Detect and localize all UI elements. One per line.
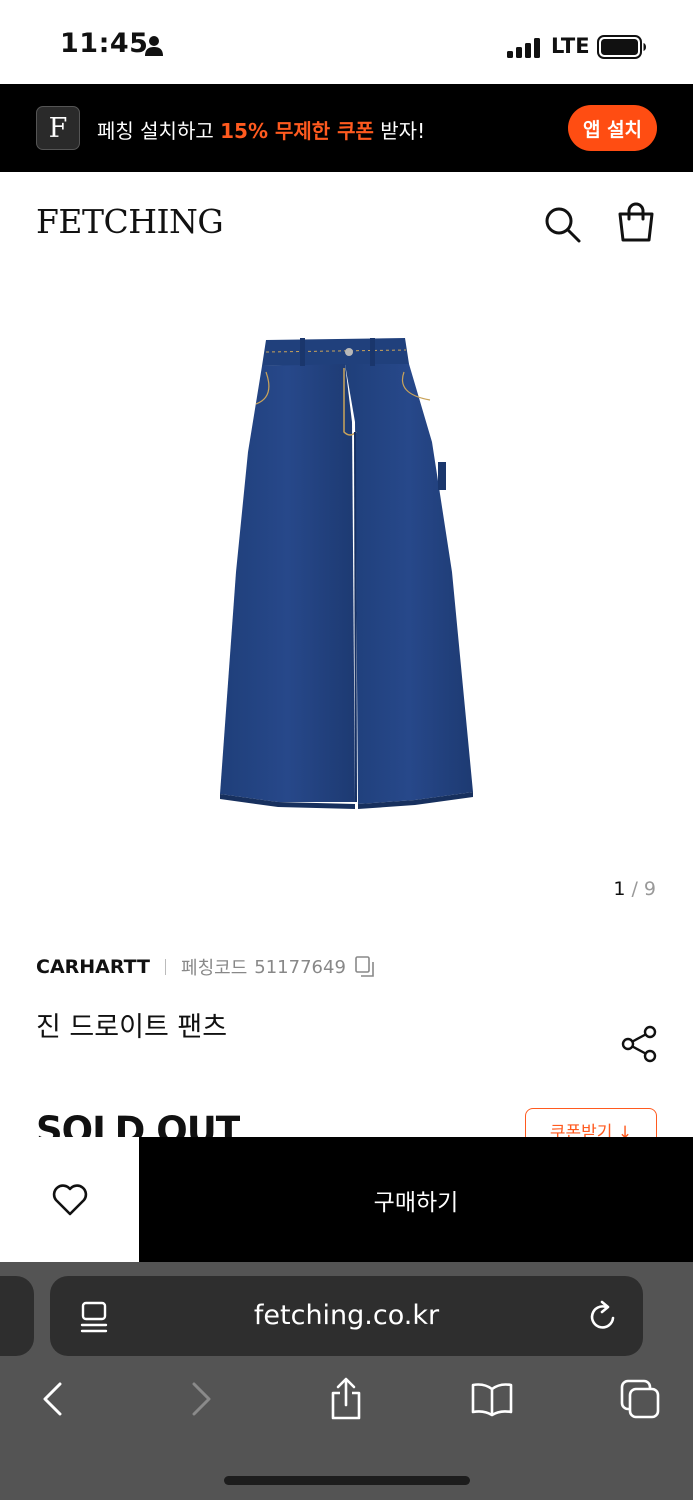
back-button[interactable] — [27, 1374, 77, 1424]
tabs-button[interactable] — [615, 1374, 665, 1424]
promo-text-after: 받자! — [373, 119, 426, 143]
wishlist-button[interactable] — [0, 1137, 139, 1262]
person-icon — [145, 36, 163, 56]
bookmarks-button[interactable] — [467, 1374, 517, 1424]
app-install-banner: F 페칭 설치하고 15% 무제한 쿠폰 받자! 앱 설치 — [0, 84, 693, 172]
purchase-bar: 구매하기 — [0, 1137, 693, 1262]
brand-name[interactable]: CARHARTT — [36, 956, 150, 978]
carrier-label: LTE — [551, 34, 590, 58]
copy-icon[interactable] — [354, 955, 376, 979]
status-time: 11:45 — [60, 28, 149, 59]
pager-total: 9 — [643, 878, 656, 900]
search-icon[interactable] — [540, 202, 584, 246]
sold-out-label: SOLD OUT — [36, 1109, 241, 1137]
battery-icon — [597, 35, 646, 59]
product-code-value: 51177649 — [254, 956, 346, 978]
shopping-bag-icon[interactable] — [614, 200, 658, 244]
tabs-icon — [620, 1379, 660, 1419]
share-icon[interactable] — [619, 1024, 659, 1064]
site-header: FETCHING — [0, 172, 693, 272]
url-text[interactable]: fetching.co.kr — [50, 1300, 643, 1331]
install-app-button[interactable]: 앱 설치 — [568, 105, 657, 151]
heart-icon — [52, 1183, 87, 1215]
reload-icon[interactable] — [587, 1299, 619, 1333]
buy-button[interactable]: 구매하기 — [139, 1137, 693, 1262]
share-sheet-icon — [331, 1377, 361, 1420]
divider — [165, 959, 167, 975]
cellular-signal-icon — [507, 38, 540, 58]
address-bar[interactable]: fetching.co.kr — [50, 1276, 643, 1356]
fetching-app-logo: F — [36, 106, 80, 150]
product-code-label: 페칭코드 — [181, 958, 248, 979]
fetching-logo[interactable]: FETCHING — [36, 202, 224, 241]
book-icon — [471, 1383, 513, 1417]
jeans-image — [220, 338, 473, 809]
chevron-right-icon — [192, 1382, 211, 1416]
status-bar: 11:45 LTE — [0, 0, 693, 84]
image-pager: 1 / 9 — [613, 878, 656, 900]
pager-current: 1 — [613, 878, 626, 900]
product-name: 진 드로이트 팬츠 — [36, 1012, 228, 1043]
chevron-left-icon — [43, 1382, 62, 1416]
home-indicator — [224, 1476, 470, 1485]
browser-toolbar: fetching.co.kr — [0, 1262, 693, 1500]
forward-button[interactable] — [177, 1374, 227, 1424]
pager-separator: / — [625, 878, 644, 900]
brand-row: CARHARTT 페칭코드 51177649 — [36, 954, 376, 980]
product-image[interactable] — [0, 272, 693, 872]
share-page-button[interactable] — [321, 1374, 371, 1424]
promo-text-highlight: 15% 무제한 쿠폰 — [220, 119, 374, 143]
get-coupon-button[interactable]: 쿠폰받기 ↓ — [525, 1108, 657, 1137]
previous-tab[interactable] — [0, 1276, 34, 1356]
promo-text: 페칭 설치하고 15% 무제한 쿠폰 받자! — [97, 115, 425, 144]
promo-text-before: 페칭 설치하고 — [97, 119, 221, 143]
